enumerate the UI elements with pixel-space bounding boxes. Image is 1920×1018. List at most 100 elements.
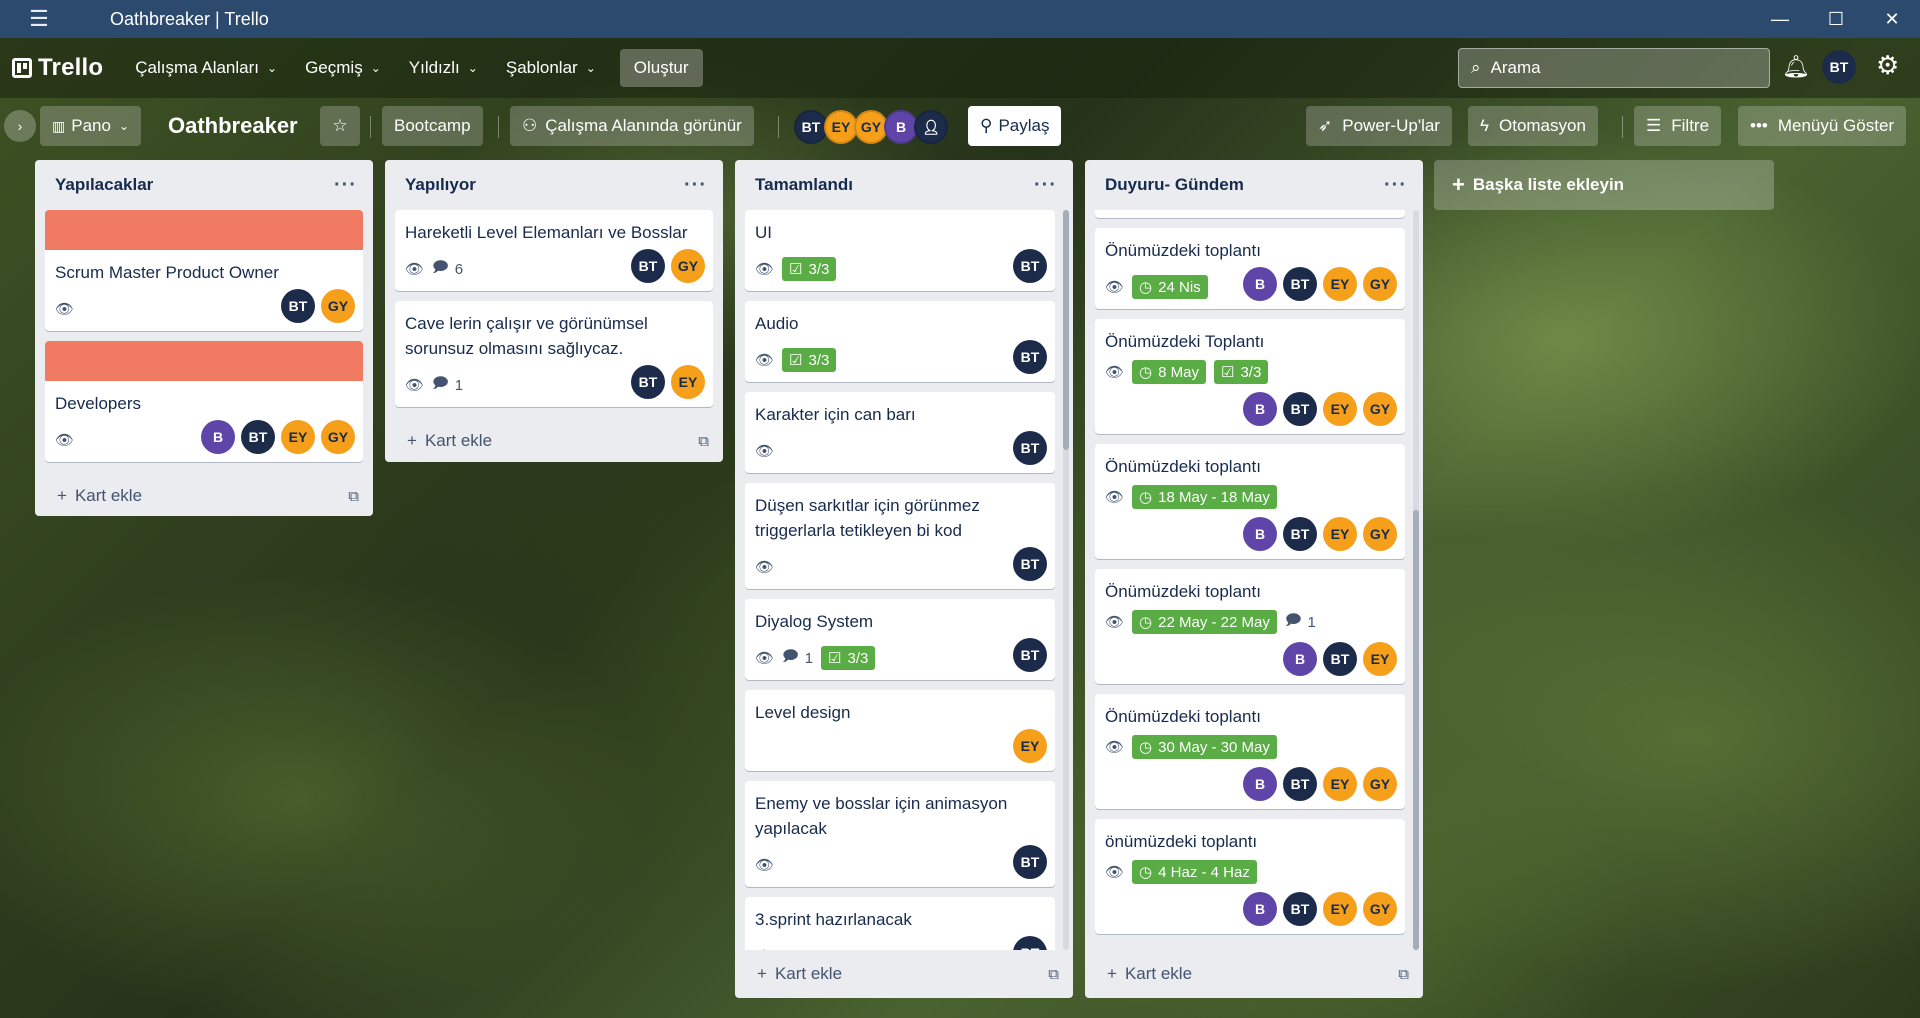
member-avatar[interactable]: GY: [321, 289, 355, 323]
card[interactable]: Karakter için can barı 👁︎ BT: [745, 392, 1055, 473]
member-avatar[interactable]: B: [1243, 767, 1277, 801]
list-header[interactable]: Tamamlandı ···: [735, 160, 1073, 210]
member-avatar[interactable]: EY: [1013, 729, 1047, 763]
card[interactable]: Hareketli Level Elemanları ve Bosslar 👁︎…: [395, 210, 713, 291]
member-avatar[interactable]: B: [1243, 267, 1277, 301]
member-avatar[interactable]: GY: [1363, 392, 1397, 426]
card[interactable]: 3.sprint hazırlanacak 👁︎ BT: [745, 897, 1055, 950]
show-menu-button[interactable]: ••• Menüyü Göster: [1738, 106, 1907, 146]
member-avatar[interactable]: EY: [1323, 392, 1357, 426]
add-list-button[interactable]: + Başka liste ekleyin: [1434, 160, 1774, 210]
nav-starred[interactable]: Yıldızlı ⌄: [395, 50, 492, 86]
add-card-button[interactable]: + Kart ekle ⧉: [385, 417, 723, 465]
card-template-icon[interactable]: ⧉: [698, 433, 709, 450]
member-avatar[interactable]: BT: [1013, 547, 1047, 581]
card[interactable]: Scrum Master Product Owner 👁︎ BT GY: [45, 210, 363, 331]
trello-logo[interactable]: Trello: [12, 54, 103, 82]
card[interactable]: Diyalog System 👁︎ 🗩︎ 1 ☑ 3/3 BT: [745, 599, 1055, 680]
list-scrollbar[interactable]: [1413, 210, 1419, 950]
member-avatar[interactable]: EY: [1363, 642, 1397, 676]
guest-avatar-icon[interactable]: 👤︎: [914, 110, 948, 144]
notifications-bell-icon[interactable]: 🔔︎: [1782, 54, 1810, 80]
settings-gear-icon[interactable]: ⚙: [1876, 50, 1899, 81]
member-avatar[interactable]: BT: [1283, 767, 1317, 801]
card[interactable]: Önümüzdeki toplantı 👁︎ ◷ 24 Nis B BT EY G…: [1095, 228, 1405, 309]
member-avatar[interactable]: EY: [671, 365, 705, 399]
view-switcher[interactable]: ▥ Pano ⌄: [40, 106, 141, 146]
member-avatar[interactable]: BT: [241, 420, 275, 454]
member-avatar[interactable]: GY: [1363, 767, 1397, 801]
member-avatar[interactable]: B: [201, 420, 235, 454]
card-template-icon[interactable]: ⧉: [1048, 966, 1059, 983]
member-avatar[interactable]: B: [1283, 642, 1317, 676]
member-avatar[interactable]: BT: [1283, 267, 1317, 301]
due-date-badge[interactable]: ◷ 18 May - 18 May: [1132, 485, 1277, 509]
card-template-icon[interactable]: ⧉: [1398, 966, 1409, 983]
member-avatar[interactable]: EY: [1323, 767, 1357, 801]
card-template-icon[interactable]: ⧉: [348, 488, 359, 505]
member-avatar[interactable]: B: [884, 110, 918, 144]
list-more-icon[interactable]: ···: [334, 174, 357, 197]
list-header[interactable]: Yapılacaklar ···: [35, 160, 373, 210]
user-avatar[interactable]: BT: [1822, 50, 1856, 84]
list-scrollbar[interactable]: [1063, 210, 1069, 950]
list-more-icon[interactable]: ···: [1034, 174, 1057, 197]
create-button[interactable]: Oluştur: [619, 49, 703, 87]
card[interactable]: Audio 👁︎ ☑ 3/3 BT: [745, 301, 1055, 382]
search-box[interactable]: ⌕: [1458, 48, 1770, 88]
card[interactable]: Önümüzdeki toplantı 👁︎ ◷ 18 May - 18 May …: [1095, 444, 1405, 559]
add-card-button[interactable]: + Kart ekle ⧉: [1085, 950, 1423, 998]
member-avatar[interactable]: GY: [1363, 517, 1397, 551]
card[interactable]: Önümüzdeki toplantı 👁︎ ◷ 30 May - 30 May …: [1095, 694, 1405, 809]
due-date-badge[interactable]: ◷ 4 Haz - 4 Haz: [1132, 860, 1257, 884]
member-avatar[interactable]: BT: [1283, 392, 1317, 426]
powerups-button[interactable]: ➶ Power-Up'lar: [1306, 106, 1452, 146]
member-avatar[interactable]: BT: [1013, 845, 1047, 879]
member-avatar[interactable]: B: [1243, 517, 1277, 551]
add-card-button[interactable]: + Kart ekle ⧉: [735, 950, 1073, 998]
window-menu-icon[interactable]: ☰: [0, 6, 78, 32]
due-date-badge[interactable]: ◷ 24 Nis: [1132, 275, 1208, 299]
nav-workspaces[interactable]: Çalışma Alanları ⌄: [121, 50, 291, 86]
member-avatar[interactable]: BT: [794, 110, 828, 144]
star-icon[interactable]: ☆: [320, 106, 360, 146]
due-date-badge[interactable]: ◷ 22 May - 22 May: [1132, 610, 1277, 634]
card[interactable]: Cave lerin çalışır ve görünümsel sorunsu…: [395, 301, 713, 407]
card[interactable]: Düşen sarkıtlar için görünmez triggerlar…: [745, 483, 1055, 589]
sidebar-expand-icon[interactable]: ›: [4, 110, 36, 142]
add-card-button[interactable]: + Kart ekle ⧉: [35, 472, 373, 520]
due-date-badge[interactable]: ◷ 30 May - 30 May: [1132, 735, 1277, 759]
automation-button[interactable]: ϟ Otomasyon: [1468, 106, 1598, 146]
member-avatar[interactable]: EY: [1323, 892, 1357, 926]
visibility-button[interactable]: ⚇ Çalışma Alanında görünür: [510, 106, 754, 146]
member-avatar[interactable]: BT: [1013, 340, 1047, 374]
member-avatar[interactable]: BT: [1013, 431, 1047, 465]
member-avatar[interactable]: GY: [1363, 892, 1397, 926]
card[interactable]: UI 👁︎ ☑ 3/3 BT: [745, 210, 1055, 291]
filter-button[interactable]: ☰ Filtre: [1634, 106, 1722, 146]
nav-recent[interactable]: Geçmiş ⌄: [291, 50, 395, 86]
member-avatar[interactable]: EY: [1323, 517, 1357, 551]
search-input[interactable]: [1490, 58, 1741, 78]
list-header[interactable]: Duyuru- Gündem ···: [1085, 160, 1423, 210]
member-avatar[interactable]: BT: [1323, 642, 1357, 676]
card-partial[interactable]: B BT EY GY: [1095, 210, 1405, 218]
member-avatar[interactable]: EY: [281, 420, 315, 454]
member-avatar[interactable]: BT: [631, 249, 665, 283]
minimize-button[interactable]: —: [1752, 0, 1808, 38]
close-button[interactable]: ✕: [1864, 0, 1920, 38]
member-avatar[interactable]: GY: [1363, 267, 1397, 301]
list-more-icon[interactable]: ···: [684, 174, 707, 197]
scrollbar-thumb[interactable]: [1063, 210, 1069, 450]
member-avatar[interactable]: B: [1243, 892, 1277, 926]
member-avatar[interactable]: GY: [321, 420, 355, 454]
card[interactable]: Önümüzdeki toplantı 👁︎ ◷ 22 May - 22 May …: [1095, 569, 1405, 684]
card[interactable]: Önümüzdeki Toplantı 👁︎ ◷ 8 May ☑ 3/3 B BT …: [1095, 319, 1405, 434]
card[interactable]: önümüzdeki toplantı 👁︎ ◷ 4 Haz - 4 Haz B …: [1095, 819, 1405, 934]
member-avatar[interactable]: BT: [1283, 517, 1317, 551]
member-avatar[interactable]: BT: [281, 289, 315, 323]
member-avatar[interactable]: BT: [1283, 892, 1317, 926]
member-avatar[interactable]: BT: [1013, 936, 1047, 950]
member-avatar[interactable]: EY: [824, 110, 858, 144]
nav-templates[interactable]: Şablonlar ⌄: [492, 50, 610, 86]
